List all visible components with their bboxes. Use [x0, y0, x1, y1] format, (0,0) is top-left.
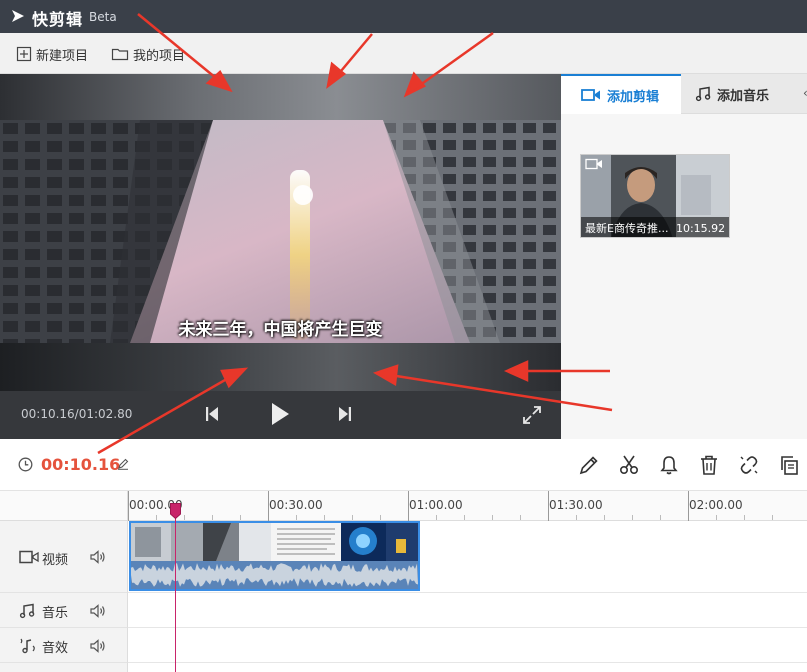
video-camera-icon: [581, 89, 600, 101]
video-volume-icon[interactable]: [90, 550, 106, 564]
video-frame-image: [0, 120, 561, 343]
ruler-label: 02:00.00: [689, 498, 743, 512]
folder-icon: [111, 48, 129, 61]
bell-icon[interactable]: [658, 454, 680, 476]
time-ruler[interactable]: 00:00.00 00:30.00 01:00.00 01:30.00 02:0…: [128, 491, 807, 521]
play-icon[interactable]: [270, 402, 290, 426]
ruler-minor-tick: [156, 515, 157, 520]
sfx-track[interactable]: [128, 628, 807, 663]
next-frame-icon[interactable]: [338, 406, 352, 422]
playback-time: 00:10.16/01:02.80: [21, 407, 133, 421]
app-window: 快剪辑 Beta 新建项目 我的项目 未来三年，中国将产生巨变 00:10.16…: [0, 0, 807, 672]
track-empty-header: [0, 663, 128, 672]
ruler-minor-tick: [464, 515, 465, 520]
timeline-header: 00:10.16: [0, 439, 807, 491]
media-panel: 添加剪辑 添加音乐 ‹: [561, 74, 807, 439]
ruler-label: 00:30.00: [269, 498, 323, 512]
track-music-label: 音乐: [42, 606, 69, 621]
unlink-icon[interactable]: [738, 454, 760, 476]
ruler-minor-tick: [380, 515, 381, 520]
previous-frame-icon[interactable]: [205, 406, 219, 422]
track-video-label: 视频: [42, 553, 69, 568]
music-volume-icon[interactable]: [90, 604, 106, 618]
track-video-header: 视频: [0, 521, 128, 593]
ruler-minor-tick: [660, 515, 661, 520]
clip-title: 最新E商传奇推...: [585, 222, 669, 235]
sound-effect-icon: [20, 638, 35, 654]
trash-icon[interactable]: [698, 454, 720, 476]
edit-time-icon[interactable]: [117, 458, 129, 470]
ruler-minor-tick: [576, 515, 577, 520]
fullscreen-icon[interactable]: [522, 405, 542, 425]
playhead-line: [175, 511, 176, 672]
app-badge: Beta: [89, 10, 117, 24]
ruler-minor-tick: [492, 515, 493, 520]
app-title: 快剪辑: [32, 10, 84, 29]
clip-caption: 最新E商传奇推... 10:15.92: [581, 217, 729, 237]
music-track-icon: [19, 603, 35, 619]
timeline-video-clip[interactable]: [129, 521, 420, 591]
letterbox-bottom: [0, 343, 561, 391]
clip-duration: 10:15.92: [675, 222, 726, 235]
ruler-minor-tick: [744, 515, 745, 520]
media-clip-thumbnail[interactable]: 最新E商传奇推... 10:15.92: [580, 154, 730, 238]
ruler-minor-tick: [296, 515, 297, 520]
ruler-corner: [0, 491, 128, 521]
ruler-minor-tick: [604, 515, 605, 520]
player-controls: 00:10.16/01:02.80: [0, 391, 561, 439]
clip-video-icon: [585, 158, 602, 170]
music-note-icon: [695, 86, 711, 102]
app-logo-icon: [12, 10, 24, 22]
pencil-icon[interactable]: [578, 454, 600, 476]
video-subtitle: 未来三年，中国将产生巨变: [178, 320, 383, 340]
music-track[interactable]: [128, 593, 807, 628]
ruler-minor-tick: [520, 515, 521, 520]
ruler-minor-tick: [772, 515, 773, 520]
ruler-minor-tick: [352, 515, 353, 520]
ruler-minor-tick: [184, 515, 185, 520]
video-preview[interactable]: 未来三年，中国将产生巨变 00:10.16/01:02.80: [0, 74, 561, 439]
ruler-label: 01:00.00: [409, 498, 463, 512]
toolbar: 新建项目 我的项目: [0, 33, 807, 74]
media-tabs: 添加剪辑 添加音乐 ‹: [561, 74, 807, 114]
tab-add-music[interactable]: 添加音乐: [683, 74, 801, 114]
ruler-minor-tick: [632, 515, 633, 520]
plus-square-icon: [16, 46, 32, 62]
sfx-volume-icon[interactable]: [90, 639, 106, 653]
playhead-handle[interactable]: [170, 503, 181, 519]
clock-icon: [18, 457, 33, 472]
new-project-label: 新建项目: [36, 48, 89, 64]
ruler-minor-tick: [716, 515, 717, 520]
new-project-button[interactable]: 新建项目: [16, 44, 88, 64]
tab-add-clip[interactable]: 添加剪辑: [561, 74, 681, 114]
video-track-icon: [19, 550, 39, 564]
ruler-minor-tick: [436, 515, 437, 520]
title-bar: 快剪辑 Beta: [0, 0, 807, 33]
scissors-icon[interactable]: [618, 454, 640, 476]
my-projects-label: 我的项目: [133, 48, 186, 64]
ruler-minor-tick: [212, 515, 213, 520]
ruler-minor-tick: [324, 515, 325, 520]
copy-icon[interactable]: [778, 454, 800, 476]
ruler-label: 01:30.00: [549, 498, 603, 512]
tab-add-music-label: 添加音乐: [717, 88, 770, 104]
track-sfx-header: 音效: [0, 628, 128, 663]
tab-scroll-more[interactable]: ‹: [803, 86, 807, 100]
ruler-minor-tick: [240, 515, 241, 520]
track-music-header: 音乐: [0, 593, 128, 628]
current-time: 00:10.16: [41, 455, 121, 474]
tab-add-clip-label: 添加剪辑: [607, 89, 660, 105]
track-sfx-label: 音效: [42, 641, 69, 656]
my-projects-button[interactable]: 我的项目: [111, 44, 185, 64]
letterbox-top: [0, 74, 561, 120]
